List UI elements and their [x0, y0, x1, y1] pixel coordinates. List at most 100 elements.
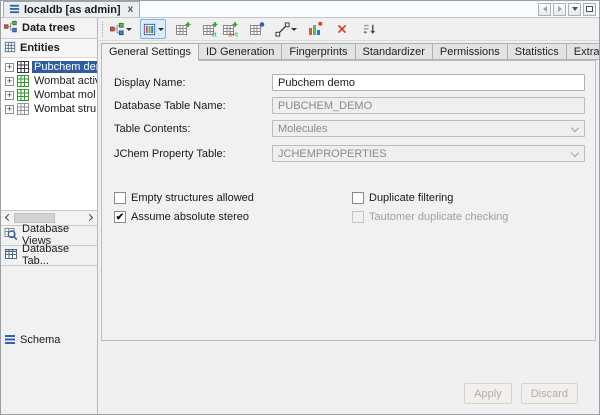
scroll-right-icon[interactable]: [84, 212, 97, 224]
tab-statistics[interactable]: Statistics: [508, 43, 567, 60]
scroll-tabs-right-icon[interactable]: [553, 3, 566, 16]
document-tab-title: localdb [as admin]: [24, 4, 121, 16]
database-table-name-value: PUBCHEM_DEMO: [278, 100, 372, 112]
toolbar: ct a+b: [98, 18, 599, 41]
database-views-icon: [4, 227, 18, 244]
main-panel: ct a+b: [98, 18, 599, 415]
dropdown-arrow-icon: [291, 28, 297, 31]
expand-icon[interactable]: +: [5, 77, 14, 86]
checkbox-icon[interactable]: [352, 192, 364, 204]
checkbox-icon[interactable]: ✔: [114, 211, 126, 223]
tab-extra-attributes[interactable]: Extra Attributes: [567, 43, 600, 60]
expand-icon[interactable]: +: [5, 63, 14, 72]
data-tree-icon: [4, 20, 18, 37]
sidebar-item-database-views[interactable]: Database Views: [1, 225, 97, 245]
database-table-name-input: PUBCHEM_DEMO: [272, 97, 585, 114]
tab-fingerprints[interactable]: Fingerprints: [282, 43, 355, 60]
table-details-icon[interactable]: [247, 19, 267, 39]
discard-button[interactable]: Discard: [521, 383, 578, 404]
tree-item-wombat-structures[interactable]: + Wombat stru: [1, 102, 97, 116]
entities-grid-icon: [4, 41, 16, 56]
empty-structures-allowed-checkbox[interactable]: Empty structures allowed: [114, 192, 352, 204]
tautomer-duplicate-checking-checkbox: Tautomer duplicate checking: [352, 211, 585, 223]
scroll-left-icon[interactable]: [1, 212, 14, 224]
document-tab-localdb[interactable]: localdb [as admin] x: [3, 1, 140, 17]
tree-item-wombat-molecules[interactable]: + Wombat mol: [1, 88, 97, 102]
scroll-tabs-left-icon[interactable]: [538, 3, 551, 16]
tree-item-label: Wombat mol: [32, 89, 97, 101]
checkbox-label: Assume absolute stereo: [131, 211, 249, 223]
display-name-value: Pubchem demo: [278, 77, 355, 89]
sidebar-item-database-tables[interactable]: Database Tab...: [1, 245, 97, 265]
table-grid-dark-icon: [17, 61, 29, 73]
tab-list-dropdown-icon[interactable]: [568, 3, 581, 16]
tree-item-label: Wombat activ: [32, 75, 97, 87]
options-checkboxes: Empty structures allowed Duplicate filte…: [114, 192, 585, 223]
tree-item-pubchem-demo[interactable]: + Pubchem demo: [1, 60, 97, 74]
chevron-down-icon: [571, 149, 579, 157]
tab-permissions[interactable]: Permissions: [433, 43, 508, 60]
document-tabbar: localdb [as admin] x: [1, 1, 599, 18]
database-table-name-label: Database Table Name:: [114, 100, 272, 112]
toolbar-grip[interactable]: [102, 22, 105, 37]
assume-absolute-stereo-checkbox[interactable]: ✔ Assume absolute stereo: [114, 211, 352, 223]
app-window: localdb [as admin] x Data trees Entities…: [0, 0, 600, 415]
tab-id-generation[interactable]: ID Generation: [199, 43, 282, 60]
new-compound-table-icon[interactable]: a+b: [220, 19, 240, 39]
expand-icon[interactable]: +: [5, 91, 14, 100]
table-contents-label: Table Contents:: [114, 123, 272, 135]
new-data-tree-icon[interactable]: [109, 19, 133, 39]
sort-icon[interactable]: [359, 19, 379, 39]
jchem-property-table-label: JChem Property Table:: [114, 148, 272, 160]
table-grid-green-icon: [17, 75, 29, 87]
delete-icon[interactable]: [332, 19, 352, 39]
apply-button[interactable]: Apply: [464, 383, 512, 404]
settings-tabs: General Settings ID Generation Fingerpri…: [98, 41, 599, 60]
data-trees-header[interactable]: Data trees: [1, 18, 97, 39]
horizontal-scrollbar[interactable]: [1, 210, 97, 225]
entities-tree: + Pubchem demo + Wombat activ + Wombat m…: [1, 58, 97, 210]
grid-view-icon[interactable]: [140, 19, 166, 39]
sidebar-item-schema[interactable]: Schema: [1, 265, 97, 415]
jchem-property-table-select: JCHEMPROPERTIES: [272, 145, 585, 162]
schema-icon: [9, 3, 20, 17]
entities-header[interactable]: Entities: [1, 39, 97, 58]
entities-label: Entities: [20, 42, 60, 54]
tab-standardizer[interactable]: Standardizer: [356, 43, 433, 60]
scrollbar-thumb[interactable]: [14, 213, 55, 223]
sidebar-item-label: Database Tab...: [22, 243, 94, 267]
tree-item-label: Wombat stru: [32, 103, 97, 115]
table-grid-plain-icon: [17, 103, 29, 115]
jchem-property-table-value: JCHEMPROPERTIES: [278, 148, 387, 160]
database-tables-icon: [4, 247, 18, 264]
expand-icon[interactable]: +: [5, 105, 14, 114]
display-name-input[interactable]: Pubchem demo: [272, 74, 585, 91]
maximize-view-icon[interactable]: [583, 3, 596, 16]
schema-icon: [4, 333, 16, 348]
close-tab-icon[interactable]: x: [128, 5, 134, 15]
display-name-label: Display Name:: [114, 77, 272, 89]
data-trees-label: Data trees: [22, 22, 75, 34]
tab-general-settings[interactable]: General Settings: [101, 43, 199, 61]
action-button-row: Apply Discard: [98, 341, 599, 415]
chevron-down-icon: [571, 124, 579, 132]
svg-text:a+b: a+b: [229, 33, 239, 38]
sidebar-item-label: Schema: [20, 334, 60, 346]
duplicate-filtering-checkbox[interactable]: Duplicate filtering: [352, 192, 585, 204]
sidebar: Data trees Entities + Pubchem demo + Wom…: [1, 18, 98, 415]
dropdown-arrow-icon: [126, 28, 132, 31]
scrollbar-track[interactable]: [14, 212, 84, 224]
table-contents-value: Molecules: [278, 123, 328, 135]
statistics-icon[interactable]: [305, 19, 325, 39]
checkbox-icon[interactable]: [114, 192, 126, 204]
table-contents-select: Molecules: [272, 120, 585, 137]
checkbox-label: Empty structures allowed: [131, 192, 254, 204]
tree-item-wombat-activities[interactable]: + Wombat activ: [1, 74, 97, 88]
new-chemical-table-icon[interactable]: ct: [200, 19, 220, 39]
general-settings-panel: Display Name: Pubchem demo Database Tabl…: [101, 60, 596, 341]
table-grid-green-icon: [17, 89, 29, 101]
new-relationship-icon[interactable]: [274, 19, 298, 39]
new-table-icon[interactable]: [173, 19, 193, 39]
dropdown-arrow-icon: [158, 28, 164, 31]
svg-text:ct: ct: [212, 32, 217, 38]
